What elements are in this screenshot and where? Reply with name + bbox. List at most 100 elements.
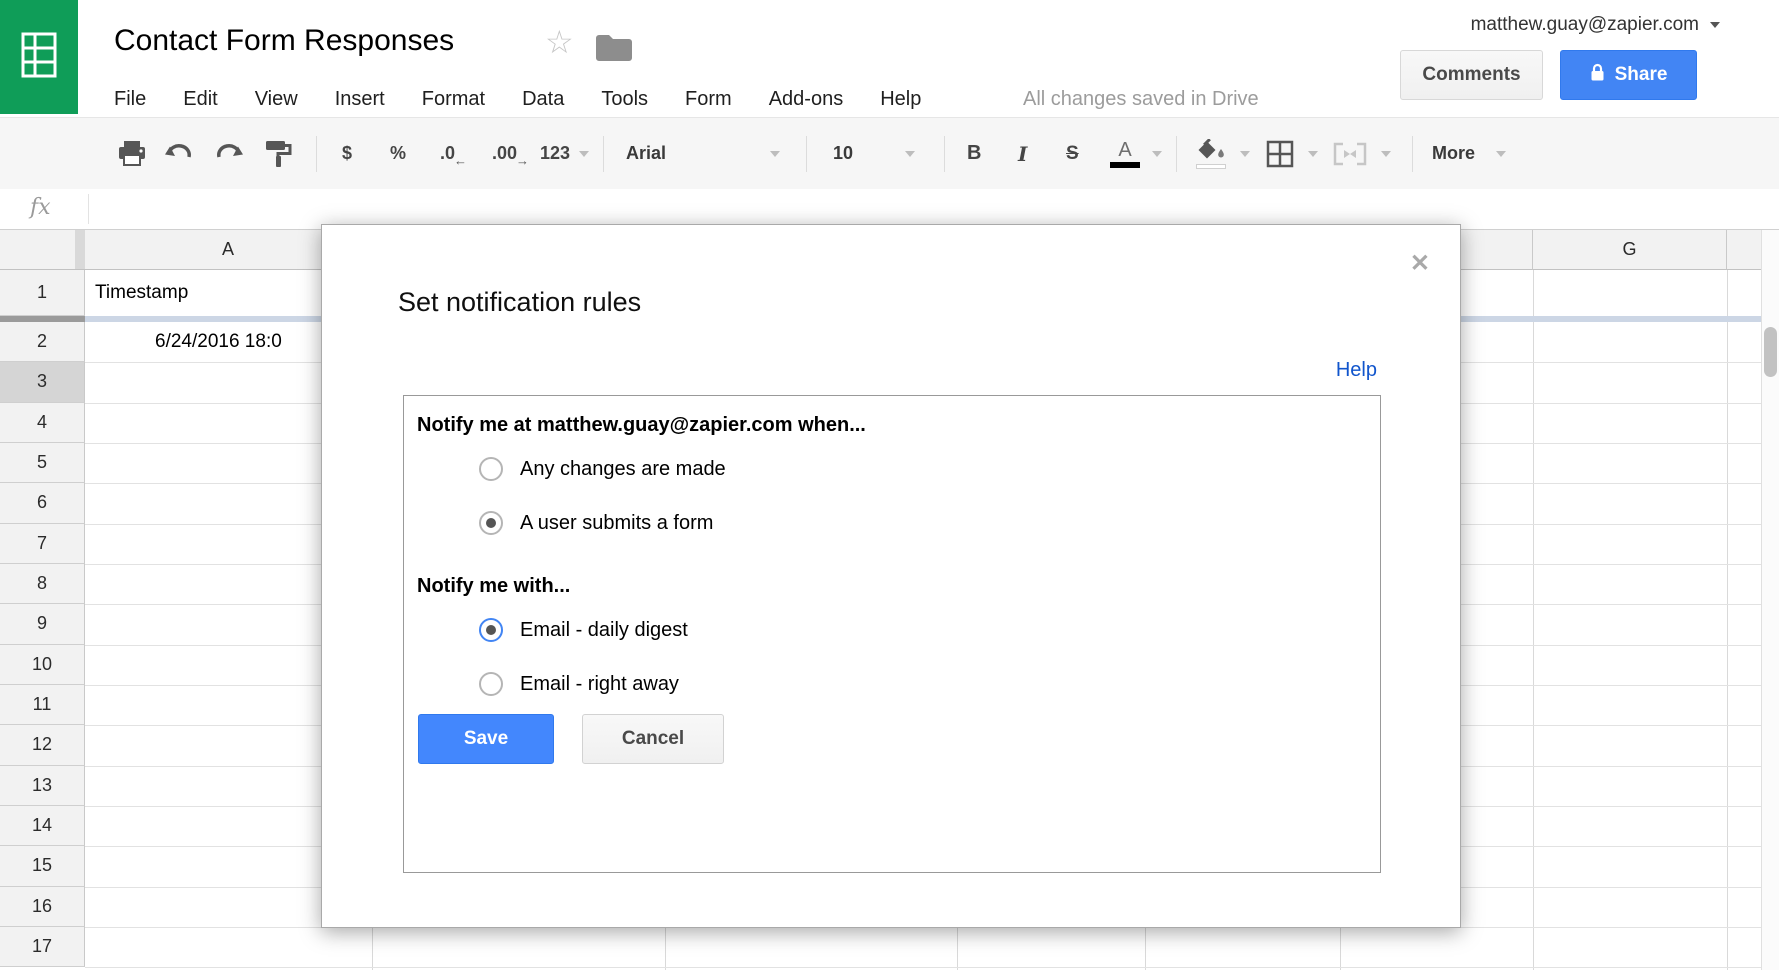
redo-button[interactable] [215, 118, 245, 189]
row-header-10[interactable]: 10 [0, 645, 85, 685]
row-header-15[interactable]: 15 [0, 846, 85, 886]
font-family-caret[interactable] [770, 118, 780, 189]
row-header-6[interactable]: 6 [0, 483, 85, 523]
arrow-left-icon: ← [454, 153, 467, 168]
font-family-select[interactable]: Arial [626, 118, 666, 189]
font-size-select[interactable]: 10 [833, 118, 853, 189]
bold-button[interactable]: B [967, 118, 981, 189]
row-header-11[interactable]: 11 [0, 685, 85, 725]
toolbar-separator [603, 136, 604, 172]
row-header-9[interactable]: 9 [0, 604, 85, 644]
grid-vline [1727, 270, 1728, 970]
frozen-row-divider-header[interactable] [0, 316, 85, 322]
radio-label: Email - daily digest [520, 619, 688, 642]
row-header-13[interactable]: 13 [0, 766, 85, 806]
increase-decimal-button[interactable]: .00→ [492, 118, 530, 189]
save-status[interactable]: All changes saved in Drive [1023, 86, 1259, 112]
toolbar-separator [316, 136, 317, 172]
account-email: matthew.guay@zapier.com [1471, 14, 1699, 36]
column-header-g[interactable]: G [1533, 230, 1727, 270]
corner-notch [75, 230, 85, 270]
menu-view[interactable]: View [255, 86, 298, 112]
row-header-14[interactable]: 14 [0, 806, 85, 846]
menu-format[interactable]: Format [422, 86, 485, 112]
number-format-button[interactable]: 123 [540, 118, 589, 189]
print-button[interactable] [117, 118, 147, 189]
caret-down-icon [1496, 151, 1506, 157]
grid-corner-cell[interactable] [0, 230, 85, 270]
sheets-logo[interactable] [0, 0, 78, 114]
merge-cells-caret[interactable] [1381, 118, 1391, 189]
menu-data[interactable]: Data [522, 86, 564, 112]
set-notification-rules-dialog: Set notification rules ✕ Help Notify me … [321, 224, 1461, 928]
star-icon[interactable]: ☆ [545, 22, 574, 62]
menu-tools[interactable]: Tools [601, 86, 648, 112]
toolbar-separator [1412, 136, 1413, 172]
radio-button-icon[interactable] [479, 672, 503, 696]
account-menu[interactable]: matthew.guay@zapier.com [1471, 14, 1720, 36]
row-header-12[interactable]: 12 [0, 725, 85, 765]
row-header-4[interactable]: 4 [0, 403, 85, 443]
radio-button-icon[interactable] [479, 511, 503, 535]
undo-icon [163, 143, 193, 165]
text-color-button[interactable]: A [1110, 118, 1140, 189]
row-header-5[interactable]: 5 [0, 443, 85, 483]
strikethrough-button[interactable]: S [1066, 118, 1079, 189]
more-button[interactable]: More [1432, 118, 1475, 189]
merge-cells-button[interactable] [1333, 118, 1367, 189]
radio-any-changes-are-made[interactable]: Any changes are made [479, 455, 726, 483]
radio-button-icon[interactable] [479, 457, 503, 481]
format-percent-button[interactable]: % [390, 118, 406, 189]
share-button[interactable]: Share [1560, 50, 1697, 100]
row-header-17[interactable]: 17 [0, 927, 85, 967]
radio-a-user-submits-a-form[interactable]: A user submits a form [479, 509, 713, 537]
radio-email-daily-digest[interactable]: Email - daily digest [479, 616, 688, 644]
undo-button[interactable] [163, 118, 193, 189]
more-caret[interactable] [1496, 118, 1506, 189]
text-color-caret[interactable] [1152, 118, 1162, 189]
menu-help[interactable]: Help [880, 86, 921, 112]
menu-add-ons[interactable]: Add-ons [769, 86, 844, 112]
radio-label: Any changes are made [520, 458, 726, 481]
row-header-3[interactable]: 3 [0, 362, 85, 402]
borders-button[interactable] [1266, 118, 1294, 189]
decrease-decimal-button[interactable]: .0← [440, 118, 468, 189]
radio-button-icon[interactable] [479, 618, 503, 642]
caret-down-icon [1381, 151, 1391, 157]
toolbar-separator [806, 136, 807, 172]
font-size-caret[interactable] [905, 118, 915, 189]
menu-edit[interactable]: Edit [183, 86, 217, 112]
row-header-16[interactable]: 16 [0, 887, 85, 927]
help-link[interactable]: Help [1336, 359, 1377, 382]
menu-insert[interactable]: Insert [335, 86, 385, 112]
cancel-button[interactable]: Cancel [582, 714, 724, 764]
radio-email-right-away[interactable]: Email - right away [479, 670, 679, 698]
caret-down-icon [1240, 151, 1250, 157]
comments-button[interactable]: Comments [1400, 50, 1543, 100]
menu-file[interactable]: File [114, 86, 146, 112]
row-header-7[interactable]: 7 [0, 524, 85, 564]
save-button[interactable]: Save [418, 714, 554, 764]
fx-icon: fx [30, 195, 51, 220]
close-icon[interactable]: ✕ [1410, 249, 1430, 278]
fill-color-button[interactable] [1196, 118, 1226, 189]
format-currency-button[interactable]: $ [342, 118, 352, 189]
caret-down-icon [770, 151, 780, 157]
document-title[interactable]: Contact Form Responses [114, 24, 454, 58]
menu-form[interactable]: Form [685, 86, 732, 112]
grid-vline [1533, 270, 1534, 970]
row-header-2[interactable]: 2 [0, 322, 85, 362]
row-header-8[interactable]: 8 [0, 564, 85, 604]
folder-icon[interactable] [594, 34, 634, 66]
paint-format-button[interactable] [265, 118, 293, 189]
borders-caret[interactable] [1308, 118, 1318, 189]
notification-rules-box: Notify me at matthew.guay@zapier.com whe… [403, 395, 1381, 873]
row-header-1[interactable]: 1 [0, 270, 85, 316]
fill-color-caret[interactable] [1240, 118, 1250, 189]
formula-bar-divider [88, 194, 89, 224]
google-sheets-app: Contact Form Responses ☆ File Edit View Ins… [0, 0, 1779, 970]
italic-button[interactable]: I [1018, 118, 1027, 189]
lock-icon [1590, 63, 1605, 88]
scrollbar-thumb[interactable] [1764, 327, 1777, 377]
vertical-scrollbar[interactable] [1761, 230, 1779, 970]
